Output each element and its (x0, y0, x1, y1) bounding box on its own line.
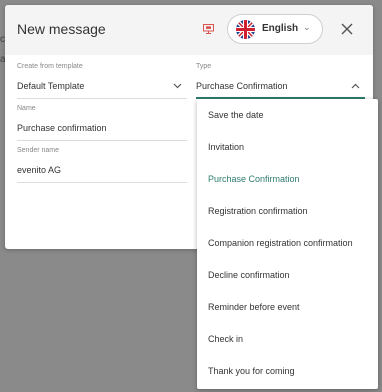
menu-item-save-the-date[interactable]: Save the date (208, 110, 264, 120)
menu-item-invitation[interactable]: Invitation (208, 142, 244, 152)
presentation-icon[interactable] (203, 24, 214, 34)
menu-item-decline-confirmation[interactable]: Decline confirmation (208, 270, 290, 280)
name-field-label: Name (17, 105, 36, 112)
dialog-header: New message English ⌄ (5, 5, 373, 55)
template-field-label: Create from template (17, 63, 83, 70)
menu-item-companion-registration-confirmation[interactable]: Companion registration confirmation (208, 238, 353, 248)
type-field-label: Type (196, 63, 212, 70)
dialog-title: New message (17, 21, 106, 37)
name-input[interactable]: Purchase confirmation (17, 123, 107, 133)
type-select-value[interactable]: Purchase Confirmation (196, 81, 288, 91)
language-label: English (262, 23, 299, 34)
sender-name-input[interactable]: evenito AG (17, 165, 61, 175)
menu-item-registration-confirmation[interactable]: Registration confirmation (208, 206, 308, 216)
chevron-up-icon[interactable] (351, 83, 360, 89)
language-selector[interactable]: English ⌄ (227, 14, 323, 44)
type-dropdown-menu: Save the date Invitation Purchase Confir… (197, 99, 378, 389)
close-icon[interactable] (341, 23, 353, 35)
menu-item-reminder-before-event[interactable]: Reminder before event (208, 302, 300, 312)
template-select-value[interactable]: Default Template (17, 81, 84, 91)
menu-item-thank-you-for-coming[interactable]: Thank you for coming (208, 366, 295, 376)
menu-item-purchase-confirmation[interactable]: Purchase Confirmation (208, 174, 300, 184)
chevron-down-icon[interactable] (173, 83, 182, 89)
uk-flag-icon (236, 20, 255, 39)
sender-field-underline (17, 182, 187, 183)
template-field-underline (17, 98, 187, 99)
chevron-down-icon: ⌄ (303, 22, 311, 32)
name-field-underline (17, 140, 187, 141)
sender-field-label: Sender name (17, 147, 60, 154)
menu-item-check-in[interactable]: Check in (208, 334, 243, 344)
